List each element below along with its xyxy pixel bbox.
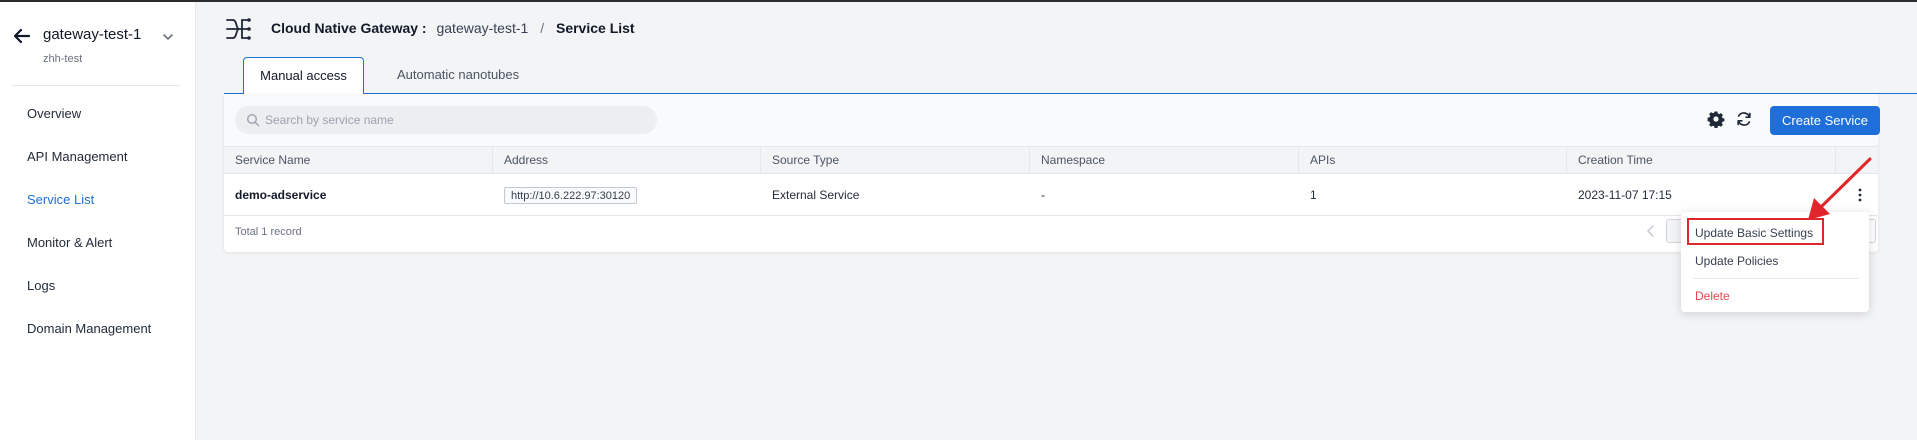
breadcrumb-gateway[interactable]: gateway-test-1 <box>436 20 528 36</box>
menu-item-update-policies[interactable]: Update Policies <box>1681 248 1869 274</box>
annotation-highlight-box <box>1687 218 1824 245</box>
tab-bar: Manual access Automatic nanotubes <box>224 57 1917 95</box>
tab-automatic-nanotubes[interactable]: Automatic nanotubes <box>379 57 537 94</box>
gateway-switcher[interactable]: gateway-test-1 <box>12 24 184 48</box>
table-header: Service Name Address Source Type Namespa… <box>224 146 1878 174</box>
page-title: Service List <box>555 20 635 36</box>
create-service-button[interactable]: Create Service <box>1770 106 1880 135</box>
cell-namespace: - <box>1041 188 1045 202</box>
column-creation-time: Creation Time <box>1567 147 1836 174</box>
workspace-name: zhh-test <box>43 53 83 65</box>
breadcrumb-root[interactable]: Cloud Native Gateway : <box>271 20 427 36</box>
sidebar-item-domain-management[interactable]: Domain Management <box>0 307 196 350</box>
column-source-type: Source Type <box>761 147 1030 174</box>
gateway-logo-icon <box>226 18 251 40</box>
search-input[interactable] <box>265 106 645 134</box>
sidebar-item-monitor-alert[interactable]: Monitor & Alert <box>0 221 196 264</box>
window-top-border <box>0 0 1917 2</box>
sidebar-item-logs[interactable]: Logs <box>0 264 196 307</box>
tab-manual-access[interactable]: Manual access <box>243 57 364 95</box>
gateway-name: gateway-test-1 <box>43 26 142 43</box>
column-apis: APIs <box>1299 147 1567 174</box>
sidebar-item-service-list[interactable]: Service List <box>0 178 196 221</box>
arrow-left-icon[interactable] <box>12 26 32 46</box>
menu-item-delete[interactable]: Delete <box>1681 283 1869 309</box>
service-list-panel: Create Service Service Name Address Sour… <box>224 94 1880 252</box>
total-records: Total 1 record <box>235 226 302 238</box>
column-address: Address <box>493 147 761 174</box>
gear-icon[interactable] <box>1707 110 1725 128</box>
search-icon <box>246 113 260 127</box>
sidebar: gateway-test-1 zhh-test Overview API Man… <box>0 2 196 440</box>
table-row: demo-adservice http://10.6.222.97:30120 … <box>224 174 1878 216</box>
sidebar-nav: Overview API Management Service List Mon… <box>0 92 196 350</box>
sidebar-item-api-management[interactable]: API Management <box>0 135 196 178</box>
cell-apis: 1 <box>1310 188 1317 202</box>
sidebar-item-overview[interactable]: Overview <box>0 92 196 135</box>
breadcrumb-separator: / <box>540 20 545 36</box>
address-tag: http://10.6.222.97:30120 <box>504 187 638 205</box>
more-vertical-icon[interactable] <box>1852 187 1868 203</box>
cell-creation-time: 2023-11-07 17:15 <box>1578 188 1672 202</box>
toolbar: Create Service <box>224 94 1880 146</box>
cell-service-name[interactable]: demo-adservice <box>224 174 493 216</box>
chevron-left-icon[interactable] <box>1644 221 1658 241</box>
column-namespace: Namespace <box>1030 147 1299 174</box>
search-box[interactable] <box>235 106 657 134</box>
menu-divider <box>1693 278 1859 279</box>
refresh-icon[interactable] <box>1735 110 1753 128</box>
sidebar-divider <box>12 85 180 86</box>
chevron-down-icon[interactable] <box>161 30 175 44</box>
breadcrumb: Cloud Native Gateway : gateway-test-1 / … <box>271 20 635 36</box>
cell-source-type: External Service <box>772 188 860 202</box>
cell-address: http://10.6.222.97:30120 <box>493 174 761 216</box>
column-service-name: Service Name <box>224 147 493 174</box>
